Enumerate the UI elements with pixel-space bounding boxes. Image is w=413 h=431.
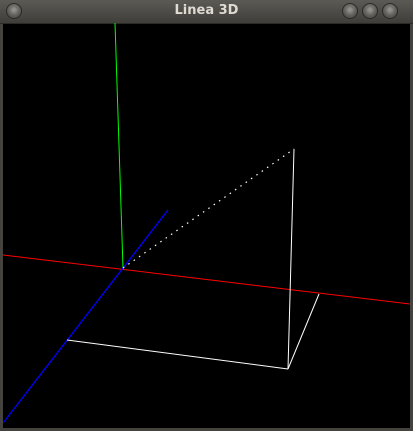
y-axis-line bbox=[114, 23, 124, 269]
scene-svg bbox=[3, 23, 410, 424]
ground-projection-line-2 bbox=[287, 293, 320, 370]
title-bar[interactable]: Linea 3D bbox=[0, 0, 413, 24]
maximize-button[interactable] bbox=[362, 3, 378, 19]
minimize-button[interactable] bbox=[342, 3, 358, 19]
ground-projection-line-1 bbox=[66, 339, 289, 370]
dotted-3d-line bbox=[122, 148, 295, 269]
app-window: Linea 3D bbox=[0, 0, 413, 431]
x-axis-line bbox=[3, 254, 410, 305]
close-button[interactable] bbox=[382, 3, 398, 19]
z-axis-line bbox=[3, 209, 169, 424]
vertical-projection-line bbox=[287, 148, 295, 370]
opengl-canvas[interactable] bbox=[3, 23, 410, 428]
